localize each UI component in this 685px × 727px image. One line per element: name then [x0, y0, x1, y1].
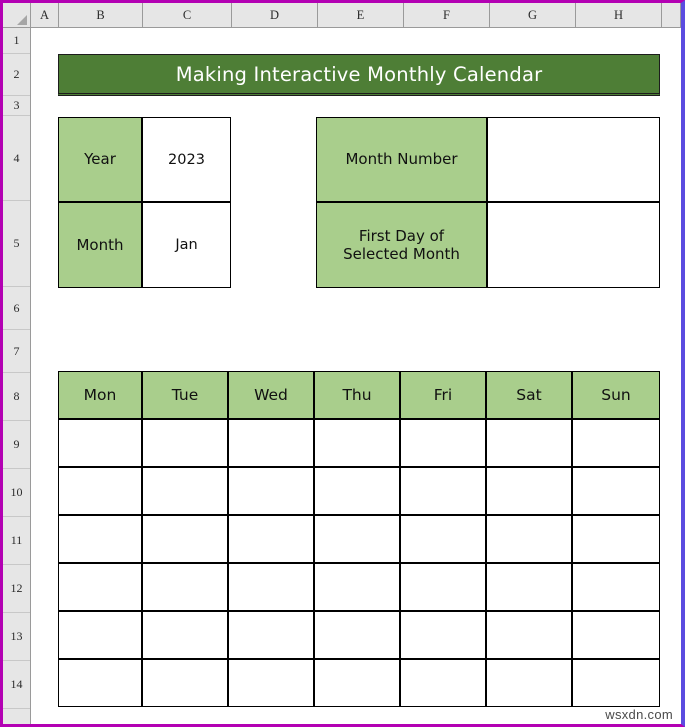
row-header-13[interactable]: 13: [3, 613, 30, 661]
calendar-day-header-thu: Thu: [314, 371, 400, 419]
calendar-day-cell[interactable]: [572, 659, 660, 707]
calendar-day-cell[interactable]: [572, 515, 660, 563]
calendar-day-cell[interactable]: [58, 611, 142, 659]
select-all-corner-triangle-icon: [17, 15, 27, 25]
calendar-day-cell[interactable]: [486, 563, 572, 611]
row-header-bar: 1 2 3 4 5 6 7 8 9 10 11 12 13 14: [3, 28, 31, 724]
column-header-bar: ABCDEFGH: [3, 3, 681, 28]
calendar-title-banner: Making Interactive Monthly Calendar: [58, 54, 660, 96]
page-title: Making Interactive Monthly Calendar: [175, 62, 543, 86]
calendar-day-cell[interactable]: [228, 563, 314, 611]
month-number-label: Month Number: [316, 117, 487, 202]
calendar-day-cell[interactable]: [314, 563, 400, 611]
column-header-f[interactable]: F: [404, 3, 490, 27]
calendar-day-cell[interactable]: [572, 611, 660, 659]
calendar-day-cell[interactable]: [228, 467, 314, 515]
row-header-11[interactable]: 11: [3, 517, 30, 565]
first-day-label: First Day of Selected Month: [316, 202, 487, 288]
calendar-day-cell[interactable]: [58, 467, 142, 515]
row-header-1[interactable]: 1: [3, 28, 30, 54]
calendar-day-cell[interactable]: [58, 515, 142, 563]
calendar-day-cell[interactable]: [58, 563, 142, 611]
column-header-overflow: [662, 3, 681, 27]
calendar-day-cell[interactable]: [142, 611, 228, 659]
month-number-value[interactable]: [487, 117, 660, 202]
calendar-day-cell[interactable]: [400, 611, 486, 659]
row-header-10[interactable]: 10: [3, 469, 30, 517]
calendar-day-cell[interactable]: [486, 419, 572, 467]
column-header-g[interactable]: G: [490, 3, 576, 27]
calendar-day-cell[interactable]: [400, 659, 486, 707]
calendar-day-cell[interactable]: [486, 515, 572, 563]
row-header-8[interactable]: 8: [3, 373, 30, 421]
watermark: wsxdn.com: [605, 707, 673, 722]
calendar-day-cell[interactable]: [58, 419, 142, 467]
calendar-day-header-tue: Tue: [142, 371, 228, 419]
row-header-2[interactable]: 2: [3, 54, 30, 96]
row-header-7[interactable]: 7: [3, 330, 30, 373]
column-header-a[interactable]: A: [31, 3, 59, 27]
calendar-day-cell[interactable]: [400, 515, 486, 563]
year-label: Year: [58, 117, 142, 202]
calendar-day-cell[interactable]: [228, 659, 314, 707]
calendar-day-cell[interactable]: [58, 659, 142, 707]
column-header-b[interactable]: B: [59, 3, 143, 27]
calendar-day-header-mon: Mon: [58, 371, 142, 419]
calendar-day-cell[interactable]: [486, 467, 572, 515]
calendar-day-cell[interactable]: [314, 611, 400, 659]
calendar-day-header-fri: Fri: [400, 371, 486, 419]
month-label: Month: [58, 202, 142, 288]
calendar-day-header-sat: Sat: [486, 371, 572, 419]
calendar-day-cell[interactable]: [228, 419, 314, 467]
calendar-day-header-wed: Wed: [228, 371, 314, 419]
row-header-9[interactable]: 9: [3, 421, 30, 469]
calendar-day-cell[interactable]: [142, 467, 228, 515]
year-value[interactable]: 2023: [142, 117, 231, 202]
calendar-day-cell[interactable]: [572, 467, 660, 515]
calendar-day-cell[interactable]: [142, 659, 228, 707]
calendar-day-cell[interactable]: [228, 515, 314, 563]
calendar-day-cell[interactable]: [486, 611, 572, 659]
calendar-day-cell[interactable]: [400, 467, 486, 515]
column-header-e[interactable]: E: [318, 3, 404, 27]
calendar-day-cell[interactable]: [314, 419, 400, 467]
sheet-grid: Making Interactive Monthly Calendar Year…: [32, 29, 681, 724]
column-header-c[interactable]: C: [143, 3, 232, 27]
calendar-day-cell[interactable]: [572, 419, 660, 467]
row-header-5[interactable]: 5: [3, 201, 30, 287]
calendar-day-cell[interactable]: [572, 563, 660, 611]
row-header-14[interactable]: 14: [3, 661, 30, 709]
calendar-day-cell[interactable]: [314, 659, 400, 707]
calendar-day-header-sun: Sun: [572, 371, 660, 419]
select-all-button[interactable]: [3, 3, 31, 27]
column-header-h[interactable]: H: [576, 3, 662, 27]
spreadsheet-window: ABCDEFGH 1 2 3 4 5 6 7 8 9 10 11 12 13 14 Making Inte…: [0, 0, 685, 727]
month-value[interactable]: Jan: [142, 202, 231, 288]
calendar-day-cell[interactable]: [314, 467, 400, 515]
calendar-day-cell[interactable]: [228, 611, 314, 659]
calendar-day-cell[interactable]: [142, 515, 228, 563]
calendar-day-cell[interactable]: [142, 563, 228, 611]
calendar-day-cell[interactable]: [486, 659, 572, 707]
row-header-4[interactable]: 4: [3, 116, 30, 201]
first-day-value[interactable]: [487, 202, 660, 288]
row-header-12[interactable]: 12: [3, 565, 30, 613]
calendar-day-cell[interactable]: [314, 515, 400, 563]
calendar-day-cell[interactable]: [142, 419, 228, 467]
row-header-overflow: [3, 709, 30, 724]
row-header-3[interactable]: 3: [3, 96, 30, 116]
row-header-6[interactable]: 6: [3, 287, 30, 330]
calendar-day-cell[interactable]: [400, 563, 486, 611]
column-header-d[interactable]: D: [232, 3, 318, 27]
calendar-day-cell[interactable]: [400, 419, 486, 467]
